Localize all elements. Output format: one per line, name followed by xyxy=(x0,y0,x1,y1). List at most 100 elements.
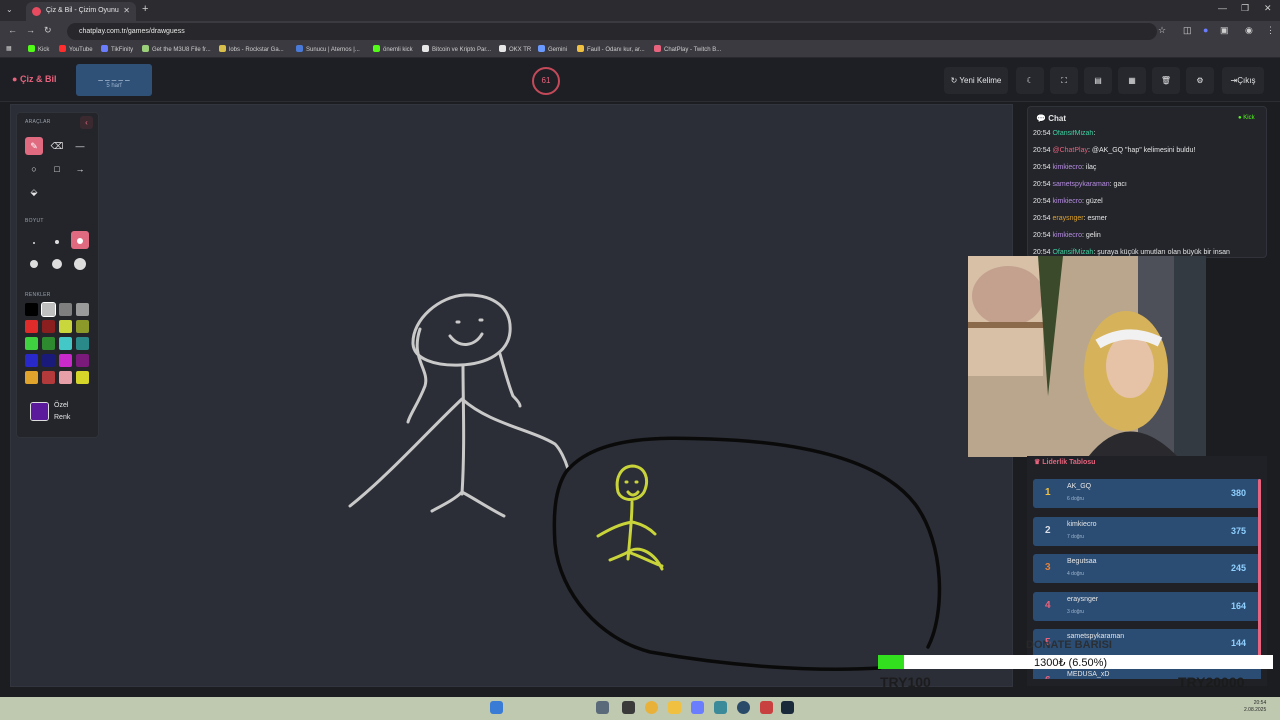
chat-username[interactable]: eraysnger xyxy=(1052,215,1083,222)
bookmark-item[interactable]: Get the M3U8 File fr... xyxy=(142,45,211,53)
bookmark-item[interactable]: Gemini xyxy=(538,45,567,53)
extension-icon-2[interactable]: ● xyxy=(1203,25,1208,35)
logout-button[interactable]: ⇥Çıkış xyxy=(1222,67,1264,94)
color-swatch[interactable] xyxy=(76,371,89,384)
fullscreen-button[interactable]: ⛶ xyxy=(1050,67,1078,94)
clear-button[interactable]: 🗑 xyxy=(1152,67,1180,94)
color-swatch[interactable] xyxy=(59,354,72,367)
color-swatch[interactable] xyxy=(25,337,38,350)
color-swatch[interactable] xyxy=(76,320,89,333)
explorer-icon[interactable] xyxy=(622,701,635,714)
leaderboard-points: 375 xyxy=(1230,525,1246,536)
color-swatch[interactable] xyxy=(42,354,55,367)
color-swatch[interactable] xyxy=(25,320,38,333)
forward-icon[interactable]: → xyxy=(26,25,35,35)
color-swatch[interactable] xyxy=(59,337,72,350)
brush-size-1[interactable] xyxy=(25,231,43,249)
start-icon[interactable] xyxy=(490,701,503,714)
brush-size-4[interactable] xyxy=(25,255,43,273)
bookmark-item[interactable]: Faull - Odanı kur, ar... xyxy=(577,45,645,53)
chat-username[interactable]: sametspykaraman xyxy=(1052,181,1109,188)
circle-icon[interactable]: ○ xyxy=(25,160,43,178)
url-field[interactable]: chatplay.com.tr/games/drawguess xyxy=(67,23,1157,40)
brush-size-6[interactable] xyxy=(71,255,89,273)
chrome-icon[interactable] xyxy=(645,701,658,714)
color-swatch[interactable] xyxy=(76,337,89,350)
chat-username[interactable]: kimkiecro xyxy=(1052,232,1082,239)
obs-icon[interactable] xyxy=(760,701,773,714)
app-icon[interactable] xyxy=(714,701,727,714)
bookmark-item[interactable]: Kick xyxy=(28,45,49,53)
leaderboard-scrollbar[interactable] xyxy=(1258,479,1261,657)
extensions-menu-icon[interactable]: ▣ xyxy=(1220,25,1229,36)
panel-button[interactable]: ▦ xyxy=(1118,67,1146,94)
color-swatch[interactable] xyxy=(25,303,38,316)
close-tab-icon[interactable]: ✕ xyxy=(123,6,130,15)
bookmark-item[interactable]: Bitcoin ve Kripto Par... xyxy=(422,45,491,53)
browser-menu-icon[interactable]: ⋮ xyxy=(1266,25,1275,36)
color-swatches xyxy=(25,302,93,387)
dark-mode-button[interactable]: ☾ xyxy=(1016,67,1044,94)
collapse-panel-icon[interactable]: ‹ xyxy=(80,116,93,129)
custom-color-swatch[interactable] xyxy=(30,402,49,421)
fill-bucket-icon[interactable]: ⬙ xyxy=(25,183,43,201)
eraser-icon[interactable]: ⌫ xyxy=(48,137,66,155)
browser-tab[interactable]: Çiz & Bil - Çizim Oyunu ✕ xyxy=(26,2,136,21)
stick-figure-body xyxy=(460,364,466,496)
color-swatch[interactable] xyxy=(76,354,89,367)
chat-username[interactable]: OfansifMizah xyxy=(1052,249,1093,256)
color-swatch[interactable] xyxy=(42,371,55,384)
color-swatch[interactable] xyxy=(42,337,55,350)
trash-icon: 🗑 xyxy=(1160,76,1172,85)
stick-figure-head xyxy=(411,293,512,367)
reload-icon[interactable]: ↻ xyxy=(44,25,52,36)
color-swatch[interactable] xyxy=(42,320,55,333)
minimize-icon[interactable]: — xyxy=(1218,3,1227,13)
bookmark-item[interactable]: OKX TR xyxy=(499,45,531,53)
steam-icon[interactable] xyxy=(781,701,794,714)
brush-size-2[interactable] xyxy=(48,231,66,249)
bookmark-item[interactable]: TikFinity xyxy=(101,45,133,53)
bookmark-item[interactable]: YouTube xyxy=(59,45,93,53)
chat-username[interactable]: kimkiecro xyxy=(1052,198,1082,205)
chat-username[interactable]: OfansifMizah xyxy=(1052,130,1093,137)
app-logo[interactable]: ● Çiz & Bil xyxy=(12,74,56,84)
bookmark-item[interactable]: önemli kick xyxy=(373,45,413,53)
color-swatch[interactable] xyxy=(76,303,89,316)
bookmark-item[interactable]: ChatPlay - Twitch B... xyxy=(654,45,721,53)
refresh-icon: ↻ xyxy=(950,76,958,85)
extension-icon[interactable]: ◫ xyxy=(1183,25,1192,36)
profile-avatar[interactable]: ◉ xyxy=(1245,25,1253,36)
folder-icon[interactable] xyxy=(668,701,681,714)
color-swatch[interactable] xyxy=(25,371,38,384)
app-icon-2[interactable] xyxy=(737,701,750,714)
discord-icon[interactable] xyxy=(691,701,704,714)
square-icon[interactable]: □ xyxy=(48,160,66,178)
color-swatch[interactable] xyxy=(25,354,38,367)
layout-button[interactable]: ▤ xyxy=(1084,67,1112,94)
brush-size-5[interactable] xyxy=(48,255,66,273)
pencil-icon[interactable]: ✎ xyxy=(25,137,43,155)
clock[interactable]: 20:54 2.08.2025 xyxy=(1244,700,1266,714)
window-close-icon[interactable]: ✕ xyxy=(1264,3,1272,14)
settings-button[interactable]: ⚙ xyxy=(1186,67,1214,94)
maximize-icon[interactable]: ❐ xyxy=(1241,3,1249,14)
brush-size-3[interactable] xyxy=(71,231,89,249)
new-tab-icon[interactable]: + xyxy=(142,3,148,15)
bookmark-star-icon[interactable]: ☆ xyxy=(1158,25,1166,36)
arrow-icon[interactable]: → xyxy=(71,160,89,178)
color-swatch[interactable] xyxy=(59,320,72,333)
color-swatch[interactable] xyxy=(41,302,56,317)
color-swatch[interactable] xyxy=(59,303,72,316)
back-icon[interactable]: ← xyxy=(8,25,17,35)
bookmark-item[interactable]: lobs - Rockstar Ga... xyxy=(219,45,284,53)
chat-username[interactable]: @ChatPlay xyxy=(1052,147,1088,154)
task-view-icon[interactable] xyxy=(596,701,609,714)
apps-icon[interactable]: ▦ xyxy=(6,45,12,52)
new-word-button[interactable]: ↻ Yeni Kelime xyxy=(944,67,1008,94)
bookmark-item[interactable]: Sunucu | Aternos |... xyxy=(296,45,360,53)
color-swatch[interactable] xyxy=(59,371,72,384)
chat-username[interactable]: kimkiecro xyxy=(1052,164,1082,171)
line-icon[interactable]: — xyxy=(71,137,89,155)
tab-search-icon[interactable]: ⌄ xyxy=(6,5,13,14)
